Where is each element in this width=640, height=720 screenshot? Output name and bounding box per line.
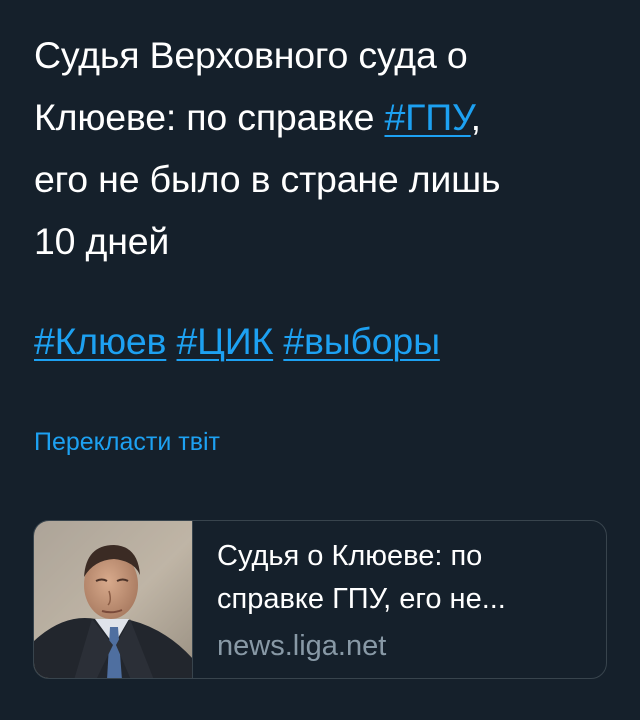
tweet-text: Судья Верховного суда о Клюеве: по справ… [34,24,624,272]
hashtag-vybory-link[interactable]: #выборы [283,320,440,362]
hashtag-gpu-link[interactable]: #ГПУ [384,96,470,138]
hashtag-list: #Клюев #ЦИК #выборы [34,310,440,372]
tweet-text-line-2-start: Клюеве: по справке [34,96,385,138]
card-title-line-1: Судья о Клюеве: по [217,540,483,572]
card-title-line-2: справке ГПУ, его не... [217,583,506,615]
card-thumbnail [34,521,193,678]
link-preview-card[interactable]: Судья о Клюеве: по справке ГПУ, его не..… [33,520,607,679]
hashtag-kluev-link[interactable]: #Клюев [34,320,166,362]
card-content: Судья о Клюеве: по справке ГПУ, его не..… [217,535,592,665]
tweet-text-comma: , [470,96,481,138]
tweet-text-line-4: 10 дней [34,220,170,262]
card-domain: news.liga.net [217,630,387,662]
tweet-text-line-1: Судья Верховного суда о [34,34,468,76]
translate-tweet-link[interactable]: Перекласти твіт [34,424,220,460]
tweet-text-line-3: его не было в стране лишь [34,158,501,200]
man-portrait-image [34,521,192,678]
tweet-text-line-2: Клюеве: по справке #ГПУ, [34,86,624,148]
hashtag-tsik-link[interactable]: #ЦИК [177,320,274,362]
